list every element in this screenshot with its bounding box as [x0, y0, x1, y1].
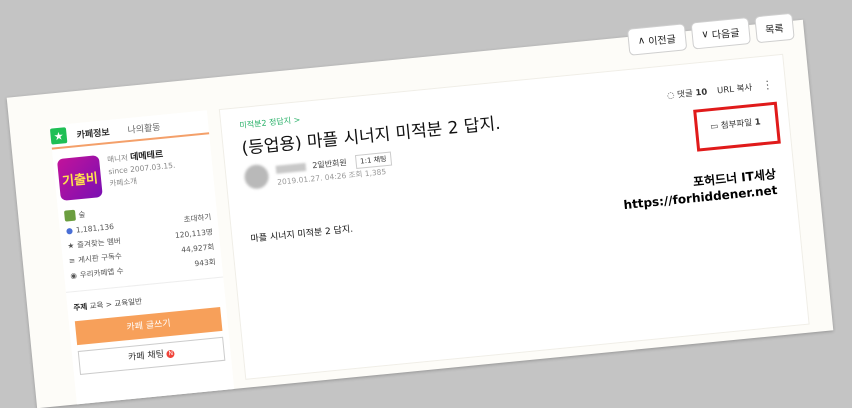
star-icon[interactable]: ★ — [49, 127, 68, 145]
star-outline-icon: ★ — [67, 240, 75, 251]
author-info: 2일반회원 1:1 채팅 2019.01.27. 04:26 조회 1,385 — [243, 151, 393, 192]
cafe-meta: 매니저 데메테르 since 2007.03.15. 카페소개 — [107, 148, 178, 196]
cafe-grade: 숲 — [78, 209, 86, 220]
prev-post-button[interactable]: ∧ 이전글 — [626, 23, 687, 56]
url-copy-button[interactable]: URL 복사 — [717, 81, 753, 95]
comment-icon: ◌ — [666, 90, 675, 101]
tab-cafe-info[interactable]: 카페정보 — [76, 124, 110, 140]
watermark: 포허드너 IT세상 https://forhiddener.net — [622, 167, 779, 213]
cafe-logo[interactable]: 기출비 — [56, 155, 103, 201]
next-post-button[interactable]: ∨ 다음글 — [690, 17, 751, 50]
view-count: 조회 1,385 — [348, 167, 387, 180]
list-icon: ≡ — [68, 255, 76, 266]
more-options-icon[interactable]: ⋮ — [761, 78, 773, 92]
app-icon: ◉ — [69, 270, 78, 281]
comments-button[interactable]: ◌ 댓글 10 — [666, 85, 708, 101]
article-tools: ◌ 댓글 10 URL 복사 ⋮ — [666, 78, 774, 101]
new-badge: N — [166, 349, 176, 358]
highlight-box — [693, 101, 781, 152]
article: 미적분2 정답지 > (등업용) 마플 시너지 미적분 2 답지. ◌ 댓글 1… — [218, 53, 810, 380]
member-icon: ● — [65, 225, 74, 236]
avatar[interactable] — [243, 163, 270, 190]
article-navigation: ∧ 이전글 ∨ 다음글 목록 — [626, 12, 795, 56]
article-body: 마플 시너지 미적분 2 답지. — [250, 224, 354, 245]
manager-label: 매니저 — [106, 153, 129, 165]
cafe-sidebar: ★ 카페정보 나의활동 기출비 매니저 데메테르 since 2007.03.1… — [49, 110, 235, 405]
chevron-down-icon: ∨ — [701, 28, 710, 41]
author-nickname[interactable] — [275, 162, 307, 174]
member-grade: 2일반회원 — [311, 157, 348, 171]
chevron-up-icon: ∧ — [637, 35, 646, 47]
tab-my-activity[interactable]: 나의활동 — [127, 119, 161, 135]
cafe-page: ∧ 이전글 ∨ 다음글 목록 ★ 카페정보 나의활동 기출비 매니저 데메테르 si… — [6, 12, 834, 408]
tree-icon — [63, 209, 77, 222]
list-button[interactable]: 목록 — [753, 12, 795, 44]
invite-link[interactable]: 초대하기 — [183, 211, 212, 225]
